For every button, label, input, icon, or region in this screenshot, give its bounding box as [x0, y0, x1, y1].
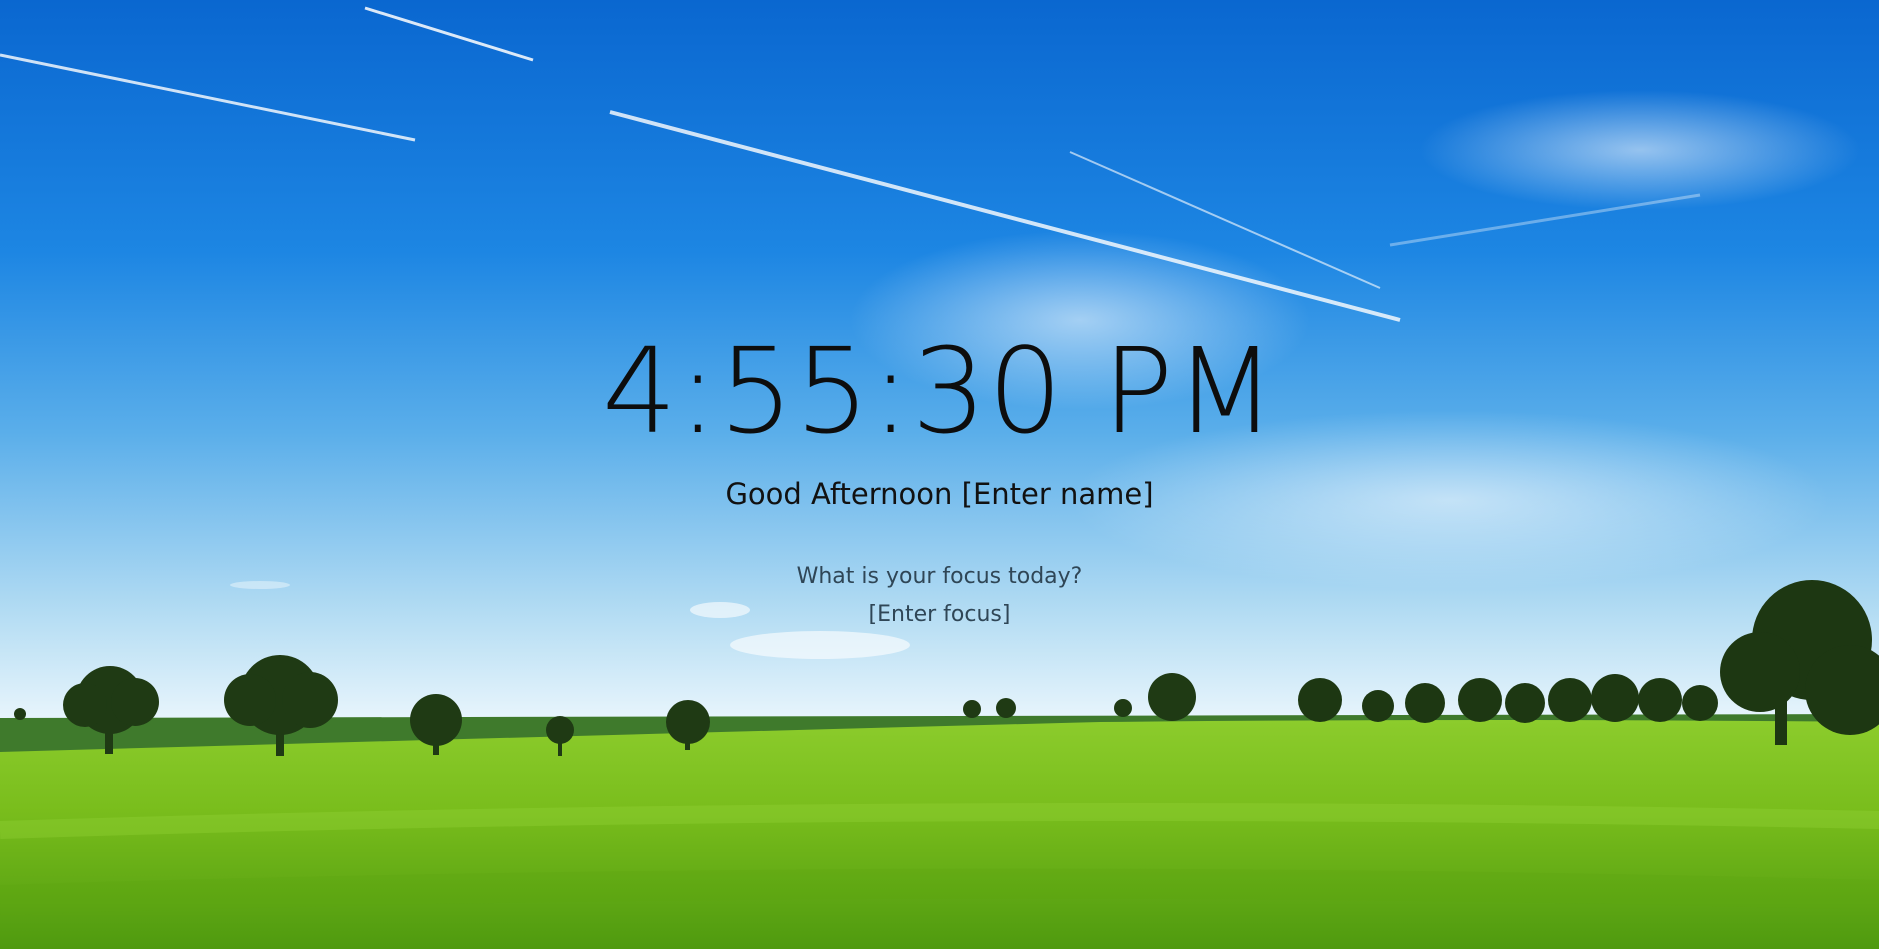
- focus-question: What is your focus today?: [796, 564, 1083, 589]
- dashboard-overlay: 4:55:30 PM Good Afternoon [Enter name] W…: [0, 0, 1879, 949]
- greeting-line: Good Afternoon [Enter name]: [0, 474, 1879, 514]
- focus-input[interactable]: [Enter focus]: [0, 600, 1879, 630]
- clock-time: 4:55:30 PM: [601, 322, 1278, 460]
- greeting-salutation: Good Afternoon: [725, 477, 953, 511]
- name-input[interactable]: [Enter name]: [962, 477, 1154, 511]
